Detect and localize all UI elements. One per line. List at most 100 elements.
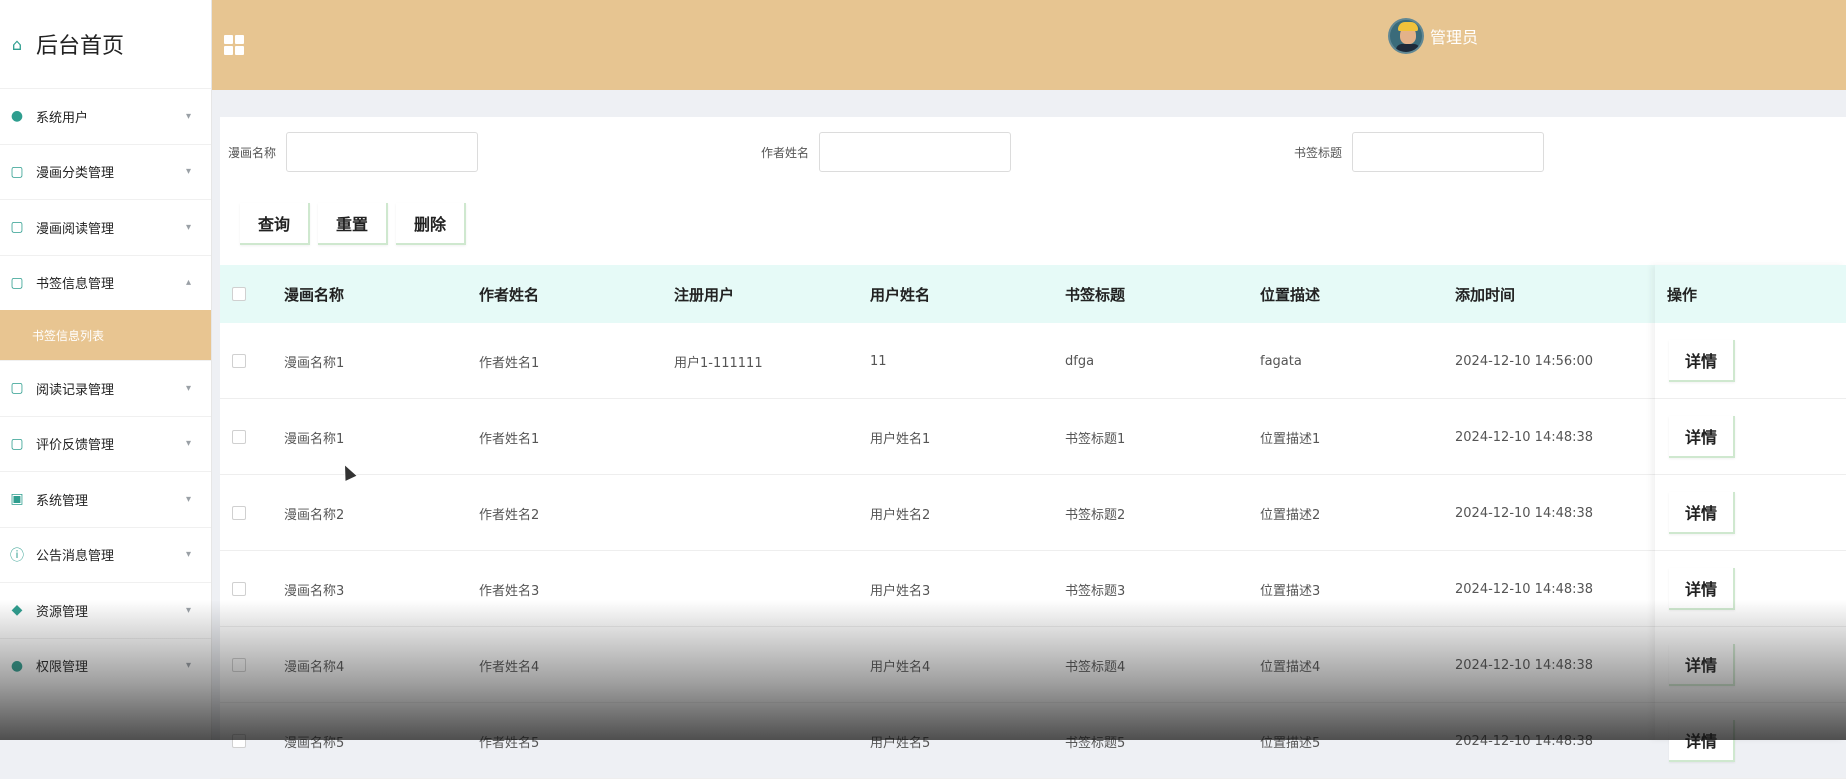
cell-author-name: 作者姓名1 bbox=[479, 355, 540, 371]
book-icon: ▢ bbox=[10, 380, 24, 397]
column-header[interactable]: 位置描述 bbox=[1260, 284, 1320, 305]
cell-comic-name: 漫画名称3 bbox=[284, 583, 345, 599]
detail-button[interactable]: 详情 bbox=[1669, 339, 1736, 382]
sidebar-item-label: 系统管理 bbox=[36, 493, 89, 509]
action-bar: 查询 重置 删除 bbox=[240, 203, 467, 245]
query-button[interactable]: 查询 bbox=[240, 203, 311, 245]
sidebar-item-permissions[interactable]: ● 权限管理 ▾ bbox=[0, 637, 211, 694]
bookmark-title-input[interactable] bbox=[1352, 132, 1544, 172]
delete-button[interactable]: 删除 bbox=[396, 203, 467, 245]
detail-button[interactable]: 详情 bbox=[1669, 567, 1736, 610]
pin-icon: ◆ bbox=[11, 602, 23, 619]
sidebar-item-system-users[interactable]: ● 系统用户 ▾ bbox=[0, 88, 211, 144]
cell-comic-name: 漫画名称1 bbox=[284, 355, 345, 371]
info-icon: ⓘ bbox=[10, 547, 24, 564]
cell-author-name: 作者姓名3 bbox=[479, 583, 540, 599]
cell-added-time: 2024-12-10 14:48:38 bbox=[1455, 733, 1594, 749]
chevron-up-icon: ▴ bbox=[185, 277, 191, 289]
column-header[interactable]: 漫画名称 bbox=[284, 284, 344, 305]
cell-user-name: 用户姓名5 bbox=[870, 735, 931, 751]
book-icon: ▢ bbox=[10, 163, 24, 180]
chevron-down-icon: ▾ bbox=[185, 382, 191, 394]
cell-bookmark-title: 书签标题4 bbox=[1065, 659, 1126, 675]
chevron-down-icon: ▾ bbox=[185, 438, 191, 450]
sidebar-item-reading-records[interactable]: ▢ 阅读记录管理 ▾ bbox=[0, 360, 211, 416]
sidebar-item-label: 漫画分类管理 bbox=[36, 166, 115, 182]
sidebar-menu: ● 系统用户 ▾ ▢ 漫画分类管理 ▾ ▢ 漫画阅读管理 ▾ ▢ 书签信息管理 … bbox=[0, 88, 211, 693]
detail-button[interactable]: 详情 bbox=[1669, 643, 1736, 686]
sidebar-subitem-bookmark-list[interactable]: 书签信息列表 bbox=[0, 310, 211, 360]
column-header[interactable]: 用户姓名 bbox=[870, 284, 930, 305]
cell-author-name: 作者姓名5 bbox=[479, 735, 540, 751]
user-menu[interactable]: 管理员 bbox=[1388, 18, 1478, 54]
column-header[interactable]: 添加时间 bbox=[1455, 284, 1515, 305]
row-checkbox[interactable] bbox=[232, 582, 246, 596]
cell-position-desc: 位置描述5 bbox=[1260, 735, 1321, 751]
cell-position-desc: 位置描述1 bbox=[1260, 431, 1321, 447]
avatar[interactable] bbox=[1388, 18, 1424, 54]
column-header[interactable]: 作者姓名 bbox=[479, 284, 539, 305]
cell-added-time: 2024-12-10 14:48:38 bbox=[1455, 505, 1594, 521]
detail-button[interactable]: 详情 bbox=[1669, 719, 1736, 762]
image-icon: ▣ bbox=[10, 491, 24, 508]
sidebar-item-label: 公告消息管理 bbox=[36, 549, 115, 565]
filter-bookmark-title: 书签标题 bbox=[1286, 132, 1544, 172]
cell-user-name: 用户姓名1 bbox=[870, 431, 931, 447]
author-name-input[interactable] bbox=[819, 132, 1011, 172]
cell-author-name: 作者姓名2 bbox=[479, 507, 540, 523]
grid-menu-icon[interactable] bbox=[224, 35, 246, 57]
row-checkbox[interactable] bbox=[232, 430, 246, 444]
filter-bar: 漫画名称 作者姓名 书签标题 bbox=[220, 132, 1846, 174]
sidebar-item-announcements[interactable]: ⓘ 公告消息管理 ▾ bbox=[0, 526, 211, 583]
table-row[interactable]: 漫画名称5 作者姓名5 用户姓名5 书签标题5 位置描述5 2024-12-10… bbox=[220, 703, 1846, 779]
cell-comic-name: 漫画名称1 bbox=[284, 431, 345, 447]
operations-cell: 详情 bbox=[1655, 399, 1846, 475]
sidebar-item-label: 资源管理 bbox=[36, 604, 89, 620]
cell-bookmark-title: 书签标题1 bbox=[1065, 431, 1126, 447]
sidebar-item-label: 评价反馈管理 bbox=[36, 438, 115, 454]
sidebar-item-label: 阅读记录管理 bbox=[36, 382, 115, 398]
sidebar-item-comic-category[interactable]: ▢ 漫画分类管理 ▾ bbox=[0, 143, 211, 200]
sidebar-item-resources[interactable]: ◆ 资源管理 ▾ bbox=[0, 582, 211, 638]
sidebar-brand[interactable]: ⌂ 后台首页 bbox=[0, 0, 211, 88]
operations-cell: 详情 bbox=[1655, 551, 1846, 627]
filter-label: 书签标题 bbox=[1293, 145, 1342, 160]
filter-comic-name: 漫画名称 bbox=[220, 132, 478, 172]
sidebar-item-comic-reading[interactable]: ▢ 漫画阅读管理 ▾ bbox=[0, 199, 211, 255]
row-checkbox[interactable] bbox=[232, 734, 246, 748]
row-checkbox[interactable] bbox=[232, 354, 246, 368]
select-all-checkbox[interactable] bbox=[232, 287, 246, 301]
reset-button[interactable]: 重置 bbox=[318, 203, 389, 245]
table-row[interactable]: 漫画名称2 作者姓名2 用户姓名2 书签标题2 位置描述2 2024-12-10… bbox=[220, 475, 1846, 551]
table-row[interactable]: 漫画名称3 作者姓名3 用户姓名3 书签标题3 位置描述3 2024-12-10… bbox=[220, 551, 1846, 627]
sidebar-item-system[interactable]: ▣ 系统管理 ▾ bbox=[0, 471, 211, 527]
table-row[interactable]: 漫画名称1 作者姓名1 用户姓名1 书签标题1 位置描述1 2024-12-10… bbox=[220, 399, 1846, 475]
sidebar-item-bookmark[interactable]: ▢ 书签信息管理 ▴ bbox=[0, 254, 211, 311]
filter-label: 作者姓名 bbox=[760, 145, 809, 160]
chevron-down-icon: ▾ bbox=[185, 660, 191, 672]
cell-author-name: 作者姓名4 bbox=[479, 659, 540, 675]
row-checkbox[interactable] bbox=[232, 658, 246, 672]
content-panel: 漫画名称 作者姓名 书签标题 查询 重置 删除 漫画名称 作者姓名 注册用户 用… bbox=[220, 117, 1846, 779]
cell-added-time: 2024-12-10 14:56:00 bbox=[1455, 353, 1594, 369]
cell-user-name: 用户姓名4 bbox=[870, 659, 931, 675]
filter-author-name: 作者姓名 bbox=[753, 132, 1011, 172]
table-row[interactable]: 漫画名称4 作者姓名4 用户姓名4 书签标题4 位置描述4 2024-12-10… bbox=[220, 627, 1846, 703]
detail-button[interactable]: 详情 bbox=[1669, 415, 1736, 458]
table-row[interactable]: 漫画名称1 作者姓名1 用户1-111111 11 dfga fagata 20… bbox=[220, 323, 1846, 399]
column-header[interactable]: 书签标题 bbox=[1065, 284, 1125, 305]
sidebar: ⌂ 后台首页 ● 系统用户 ▾ ▢ 漫画分类管理 ▾ ▢ 漫画阅读管理 ▾ ▢ … bbox=[0, 0, 212, 740]
user-icon: ● bbox=[10, 657, 24, 674]
operations-cell: 详情 bbox=[1655, 323, 1846, 399]
brand-title: 后台首页 bbox=[36, 34, 125, 59]
user-name[interactable]: 管理员 bbox=[1430, 24, 1478, 48]
chevron-down-icon: ▾ bbox=[185, 166, 191, 178]
sidebar-item-label: 权限管理 bbox=[36, 660, 89, 676]
row-checkbox[interactable] bbox=[232, 506, 246, 520]
comic-name-input[interactable] bbox=[286, 132, 478, 172]
cell-position-desc: fagata bbox=[1260, 353, 1302, 369]
detail-button[interactable]: 详情 bbox=[1669, 491, 1736, 534]
cell-position-desc: 位置描述4 bbox=[1260, 659, 1321, 675]
column-header[interactable]: 注册用户 bbox=[674, 284, 734, 305]
sidebar-item-feedback[interactable]: ▢ 评价反馈管理 ▾ bbox=[0, 415, 211, 472]
